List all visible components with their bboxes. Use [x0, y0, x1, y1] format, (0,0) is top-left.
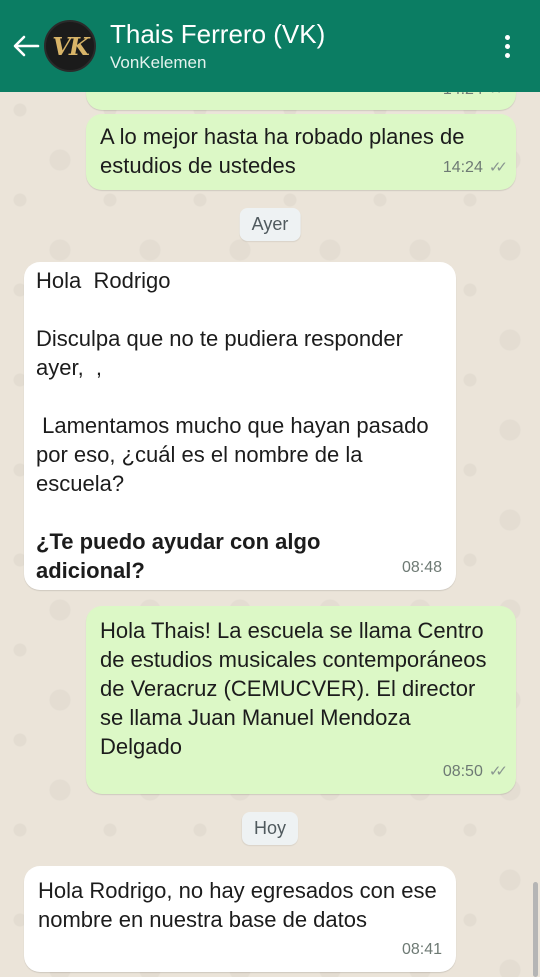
scrollbar[interactable]	[533, 882, 538, 977]
avatar-logo: VK	[52, 31, 90, 61]
message-bubble-outgoing[interactable]: Hola Thais! La escuela se llama Centro d…	[86, 606, 516, 794]
message-meta: 08:41	[402, 935, 442, 964]
more-options-icon[interactable]	[492, 26, 522, 66]
message-meta: 08:48	[402, 553, 442, 582]
message-time: 08:41	[401, 941, 442, 958]
message-time: 08:50	[442, 763, 483, 780]
avatar[interactable]: VK	[44, 20, 96, 72]
message-text: A lo mejor hasta ha robado planes de est…	[100, 124, 471, 178]
message-bubble-incoming[interactable]: Hola Rodrigo, no hay egresados con ese n…	[24, 866, 456, 972]
message-text: Hola Rodrigo, no hay egresados con ese n…	[38, 878, 443, 932]
contact-subtitle: VonKelemen	[110, 53, 207, 72]
contact-info[interactable]: Thais Ferrero (VK) VonKelemen	[110, 19, 492, 73]
message-paragraph: Disculpa que no te pudiera responder aye…	[36, 326, 410, 380]
message-meta: 08:50 ✓✓	[442, 757, 508, 786]
message-paragraph: Hola Rodrigo	[36, 268, 171, 293]
message-bold-question: ¿Te puedo ayudar con algo adicional?	[36, 529, 327, 583]
chat-header: VK Thais Ferrero (VK) VonKelemen	[0, 0, 540, 92]
message-meta: 14:24 ✓✓	[442, 153, 508, 182]
date-separator: Ayer	[239, 208, 301, 241]
message-bubble-outgoing[interactable]: A lo mejor hasta ha robado planes de est…	[86, 114, 516, 190]
back-arrow-icon[interactable]	[6, 26, 46, 66]
message-text: Hola Thais! La escuela se llama Centro d…	[100, 618, 493, 759]
date-separator: Hoy	[241, 812, 299, 845]
contact-name: Thais Ferrero (VK)	[110, 19, 326, 49]
message-bubble-incoming[interactable]: Hola Rodrigo Disculpa que no te pudiera …	[24, 262, 456, 590]
message-time: 14:24	[442, 159, 483, 176]
double-check-icon: ✓✓	[488, 159, 508, 176]
message-paragraph: Lamentamos mucho que hayan pasado por es…	[36, 413, 435, 496]
message-time: 08:48	[401, 559, 442, 576]
double-check-icon: ✓✓	[488, 763, 508, 780]
message-body: Hola Rodrigo Disculpa que no te pudiera …	[36, 266, 446, 585]
